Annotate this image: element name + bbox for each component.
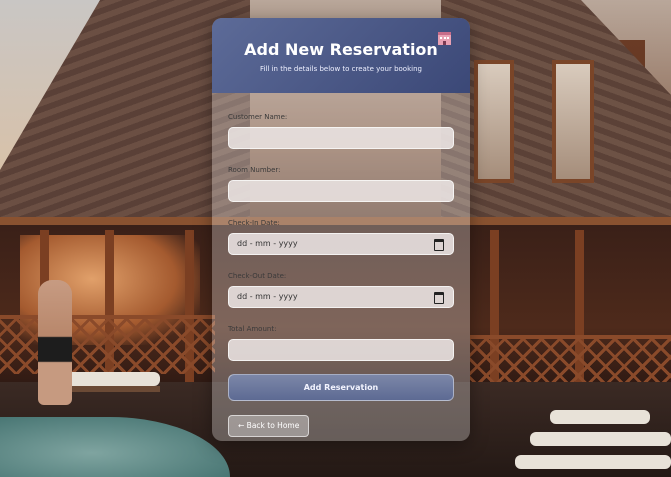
background-window (552, 60, 594, 183)
check-out-date-value: dd - mm - yyyy (237, 292, 298, 301)
background-lounger-base (60, 386, 160, 392)
check-out-date-input[interactable]: dd - mm - yyyy (228, 286, 454, 308)
background-person (38, 280, 72, 405)
background-lounger (515, 455, 671, 469)
background-window (474, 60, 514, 183)
customer-name-input[interactable] (228, 127, 454, 149)
check-out-label: Check-Out Date: (228, 272, 287, 280)
customer-name-label: Customer Name: (228, 113, 288, 121)
background-railing (0, 315, 215, 374)
check-in-date-input[interactable]: dd - mm - yyyy (228, 233, 454, 255)
reservation-form-card: Add New Reservation Fill in the details … (212, 18, 470, 441)
room-number-input[interactable] (228, 180, 454, 202)
form-subtitle: Fill in the details below to create your… (260, 65, 422, 73)
calendar-icon[interactable] (434, 292, 444, 304)
form-header: Add New Reservation Fill in the details … (212, 18, 470, 93)
check-in-label: Check-In Date: (228, 219, 280, 227)
background-lounger (550, 410, 650, 424)
hotel-icon (438, 32, 451, 45)
form-title: Add New Reservation (244, 40, 438, 59)
add-reservation-button[interactable]: Add Reservation (228, 374, 454, 401)
background-lounger (530, 432, 671, 446)
back-to-home-button[interactable]: ← Back to Home (228, 415, 310, 437)
total-amount-input[interactable] (228, 339, 454, 361)
total-amount-label: Total Amount: (228, 325, 277, 333)
background-lounger (60, 372, 160, 386)
form-body: Customer Name: Room Number: Check-In Dat… (212, 93, 470, 437)
calendar-icon[interactable] (434, 239, 444, 251)
check-in-date-value: dd - mm - yyyy (237, 239, 298, 248)
room-number-label: Room Number: (228, 166, 281, 174)
